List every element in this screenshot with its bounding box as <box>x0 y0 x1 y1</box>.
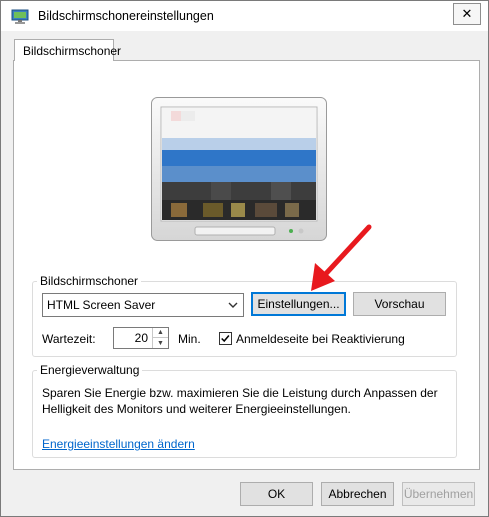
red-annotation-arrow <box>311 224 372 291</box>
close-icon: ✕ <box>461 6 473 21</box>
stepper-arrows: ▲ ▼ <box>152 328 168 348</box>
close-button[interactable]: ✕ <box>453 3 481 25</box>
chevron-down-icon <box>228 302 238 308</box>
title-bar: Bildschirmschonereinstellungen ✕ <box>1 1 488 31</box>
ok-button[interactable]: OK <box>240 482 313 506</box>
wait-time-value: 20 <box>134 331 148 345</box>
stepper-down-icon[interactable]: ▼ <box>153 338 168 348</box>
screensaver-settings-window: Bildschirmschonereinstellungen ✕ Bildsch… <box>0 0 489 517</box>
screensaver-select[interactable]: HTML Screen Saver <box>42 293 244 317</box>
screensaver-select-value: HTML Screen Saver <box>47 298 156 312</box>
wait-unit-label: Min. <box>178 332 201 346</box>
logon-checkbox[interactable] <box>219 332 232 345</box>
energy-group-label: Energieverwaltung <box>37 363 143 377</box>
preview-button[interactable]: Vorschau <box>353 292 446 316</box>
tab-label: Bildschirmschoner <box>23 44 122 58</box>
screensaver-app-icon <box>11 9 29 24</box>
window-title: Bildschirmschonereinstellungen <box>38 9 214 23</box>
stepper-up-icon[interactable]: ▲ <box>153 328 168 338</box>
cancel-button[interactable]: Abbrechen <box>321 482 394 506</box>
apply-button: Übernehmen <box>402 482 475 506</box>
energy-settings-link[interactable]: Energieeinstellungen ändern <box>42 437 195 451</box>
monitor-preview <box>151 97 327 241</box>
wait-label: Wartezeit: <box>42 332 96 346</box>
tab-bildschirmschoner[interactable]: Bildschirmschoner <box>14 39 121 61</box>
checkmark-icon <box>221 335 230 343</box>
energy-description: Sparen Sie Energie bzw. maximieren Sie d… <box>42 386 438 416</box>
wait-time-stepper[interactable]: 20 ▲ ▼ <box>113 327 169 349</box>
settings-button[interactable]: Einstellungen... <box>251 292 346 316</box>
screensaver-group-label: Bildschirmschoner <box>37 274 142 288</box>
logon-checkbox-label[interactable]: Anmeldeseite bei Reaktivierung <box>236 332 405 346</box>
